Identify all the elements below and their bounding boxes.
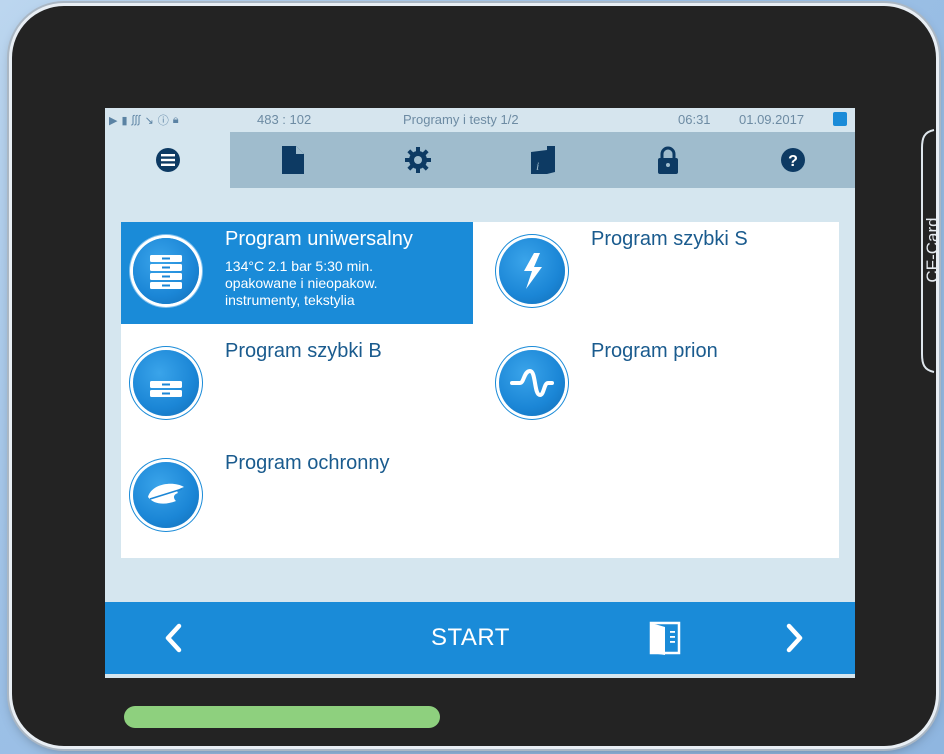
program-title: Program szybki B (225, 340, 382, 362)
tab-lock[interactable] (605, 132, 730, 188)
tab-help[interactable]: ? (730, 132, 855, 188)
program-icon-circle (133, 350, 199, 416)
help-icon: ? (780, 148, 805, 172)
program-title: Program prion (591, 340, 718, 362)
info-book-icon: i (530, 146, 555, 174)
program-list: Program uniwersalny 134°C 2.1 bar 5:30 m… (121, 222, 839, 558)
program-title: Program ochronny (225, 452, 390, 474)
tab-settings[interactable] (355, 132, 480, 188)
cf-card-label: CF-Card (923, 217, 942, 283)
document-icon (281, 146, 304, 174)
play-icon: ▶ (109, 114, 118, 127)
program-parameters: 134°C 2.1 bar 5:30 min. (225, 258, 374, 274)
clock-date: 01.09.2017 (739, 112, 805, 127)
chevron-right-icon (786, 623, 803, 653)
program-quick-s[interactable]: Program szybki S (487, 222, 839, 324)
program-icon-circle (133, 238, 199, 304)
chart-icon: ↘ (144, 114, 154, 127)
program-load: instrumenty, tekstylia (225, 292, 355, 308)
program-quick-b[interactable]: Program szybki B (121, 334, 473, 436)
status-icons: ▶ ▮ ∫∫∫ ↘ ⓘ 🔒︎ (109, 112, 179, 128)
touch-screen: ▶ ▮ ∫∫∫ ↘ ⓘ 🔒︎ 483 : 102 Programy i test… (105, 108, 855, 678)
tab-protocols[interactable] (230, 132, 355, 188)
info-icon: ⓘ (157, 115, 169, 127)
list-icon (155, 148, 180, 172)
action-bar: START (105, 602, 855, 674)
gear-icon (404, 147, 431, 173)
start-button[interactable]: START (431, 624, 510, 652)
program-icon-circle (499, 350, 565, 416)
svg-text:?: ? (788, 153, 798, 170)
clock-time: 06:31 (678, 112, 711, 127)
cycle-counter: 483 : 102 (257, 112, 312, 127)
heat-icon: ∫∫∫ (131, 114, 141, 126)
program-icon-circle (499, 238, 565, 304)
file-icon: ▮ (121, 114, 128, 127)
tab-programs[interactable] (105, 132, 230, 188)
door-button[interactable] (645, 618, 685, 658)
program-universal[interactable]: Program uniwersalny 134°C 2.1 bar 5:30 m… (121, 222, 473, 324)
prev-button[interactable] (153, 618, 193, 658)
bolt-icon (524, 253, 542, 289)
status-indicator (833, 112, 847, 126)
tab-information[interactable]: i (480, 132, 605, 188)
program-title: Program szybki S (591, 228, 748, 250)
screen-title: Programy i testy 1/2 (403, 112, 519, 127)
stack-icon (150, 255, 182, 289)
program-protective[interactable]: Program ochronny (121, 446, 473, 548)
chevron-left-icon (165, 623, 182, 653)
svg-text:i: i (536, 159, 539, 173)
program-prion[interactable]: Program prion (487, 334, 839, 436)
status-led-strip (124, 706, 440, 728)
program-packaging: opakowane i nieopakow. (225, 275, 378, 291)
wave-icon (510, 368, 554, 398)
status-bar: ▶ ▮ ∫∫∫ ↘ ⓘ 🔒︎ 483 : 102 Programy i test… (105, 108, 855, 130)
door-icon (649, 621, 681, 655)
program-icon-circle (133, 462, 199, 528)
lock-icon: 🔒︎ (172, 113, 179, 126)
feather-icon (148, 483, 184, 504)
padlock-icon (657, 146, 678, 174)
tray-icon (150, 381, 182, 397)
program-title: Program uniwersalny (225, 228, 413, 250)
tab-bar: i ? (105, 132, 855, 188)
next-button[interactable] (775, 618, 815, 658)
